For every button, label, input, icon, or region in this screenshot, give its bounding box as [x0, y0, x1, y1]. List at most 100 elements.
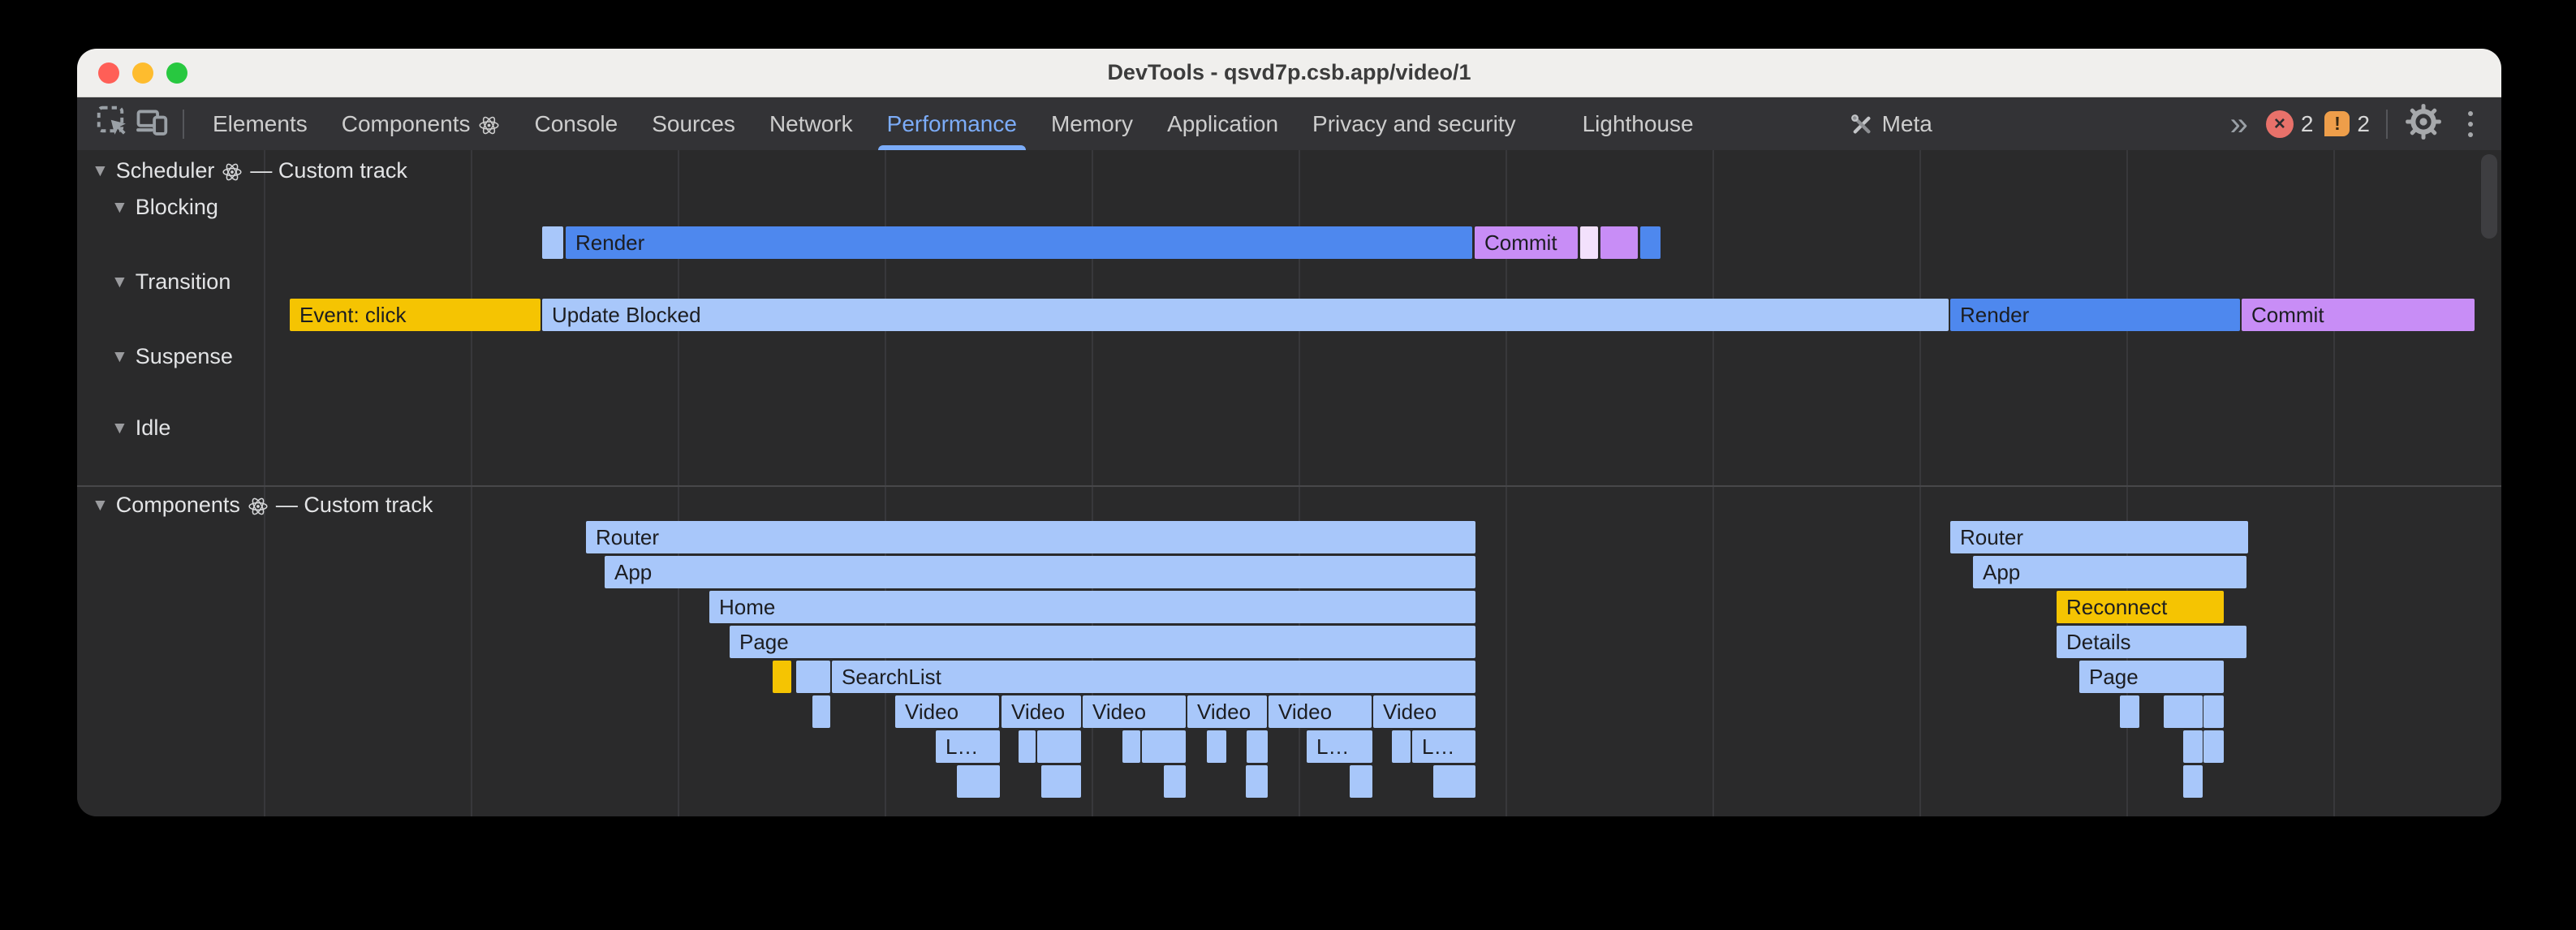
- customize-devtools-button[interactable]: [2454, 103, 2487, 145]
- component-span[interactable]: [1350, 765, 1372, 798]
- component-span[interactable]: [1019, 730, 1036, 763]
- settings-button[interactable]: [2404, 103, 2443, 145]
- component-span-app[interactable]: App: [605, 556, 1475, 588]
- component-span-router[interactable]: Router: [1950, 521, 2248, 553]
- component-span-video[interactable]: Video: [1269, 695, 1372, 728]
- console-errors-badge[interactable]: × 2: [2266, 110, 2314, 138]
- component-span[interactable]: [957, 765, 1000, 798]
- component-span[interactable]: [1433, 765, 1475, 798]
- time-gridline: [1712, 150, 1714, 816]
- traffic-lights: [98, 49, 187, 97]
- component-span-page[interactable]: Page: [730, 626, 1475, 658]
- component-span[interactable]: [1142, 730, 1186, 763]
- component-span-l[interactable]: L…: [1412, 730, 1475, 763]
- component-span-video[interactable]: Video: [1002, 695, 1081, 728]
- scheduler-row-idle[interactable]: ▼Idle: [111, 415, 170, 441]
- component-span[interactable]: [2164, 695, 2203, 728]
- tab-network[interactable]: Network: [752, 97, 870, 150]
- issues-badge[interactable]: ! 2: [2324, 111, 2370, 137]
- component-span-home[interactable]: Home: [709, 591, 1475, 623]
- component-span-l[interactable]: L…: [936, 730, 1000, 763]
- maximize-window-button[interactable]: [166, 62, 187, 84]
- component-span-searchlist[interactable]: SearchList: [832, 661, 1475, 693]
- component-span-page[interactable]: Page: [2079, 661, 2224, 693]
- component-span[interactable]: [2203, 730, 2224, 763]
- tab-performance[interactable]: Performance: [870, 97, 1034, 150]
- scheduler-event-commit[interactable]: Commit: [1475, 226, 1578, 259]
- react-atom-icon: [222, 158, 243, 183]
- component-span[interactable]: [796, 661, 830, 693]
- tab-console[interactable]: Console: [517, 97, 635, 150]
- component-span-video[interactable]: Video: [1373, 695, 1475, 728]
- track-separator: [77, 485, 2501, 487]
- scheduler-event[interactable]: [542, 226, 563, 259]
- component-span[interactable]: [1164, 765, 1186, 798]
- tab-application[interactable]: Application: [1150, 97, 1295, 150]
- vertical-scrollbar-thumb[interactable]: [2481, 154, 2497, 239]
- tab-meta[interactable]: Meta: [1833, 97, 1949, 150]
- scheduler-row-blocking[interactable]: ▼Blocking: [111, 195, 218, 220]
- scheduler-event-event-click[interactable]: Event: click: [290, 299, 541, 331]
- expand-arrow-icon: ▼: [111, 273, 128, 292]
- component-span-l[interactable]: L…: [1307, 730, 1372, 763]
- scheduler-event-update-blocked[interactable]: Update Blocked: [542, 299, 1949, 331]
- toggle-device-toolbar-button[interactable]: [132, 103, 171, 145]
- component-span[interactable]: [1246, 765, 1268, 798]
- tab-memory[interactable]: Memory: [1034, 97, 1150, 150]
- component-span-video[interactable]: Video: [1187, 695, 1267, 728]
- tab-label: Memory: [1051, 111, 1133, 137]
- component-span-router[interactable]: Router: [586, 521, 1475, 553]
- time-gridline: [471, 150, 472, 816]
- scheduler-row-suspense[interactable]: ▼Suspense: [111, 344, 233, 369]
- component-span[interactable]: [1037, 730, 1081, 763]
- tab-privacy-and-security[interactable]: Privacy and security: [1295, 97, 1533, 150]
- component-span[interactable]: [2183, 730, 2203, 763]
- tab-lighthouse[interactable]: Lighthouse: [1566, 97, 1711, 150]
- component-span-video[interactable]: Video: [1083, 695, 1186, 728]
- devtools-toolbar: ElementsComponents ConsoleSourcesNetwork…: [77, 97, 2501, 151]
- component-span-app[interactable]: App: [1973, 556, 2246, 588]
- track-suffix: — Custom track: [276, 493, 433, 518]
- scheduler-event[interactable]: [1600, 226, 1638, 259]
- components-track-header[interactable]: ▼ Components — Custom track: [92, 493, 433, 518]
- tab-label: Application: [1167, 111, 1278, 137]
- scheduler-event[interactable]: [1580, 226, 1598, 259]
- component-span[interactable]: [1207, 730, 1226, 763]
- component-span-reconnect[interactable]: Reconnect: [2057, 591, 2224, 623]
- tab-components[interactable]: Components: [325, 97, 518, 150]
- row-label: Idle: [136, 415, 171, 441]
- time-gridline: [264, 150, 265, 816]
- track-name: Components: [116, 493, 240, 518]
- toolbar-right-cluster: » × 2 ! 2: [2222, 103, 2487, 145]
- inspect-cursor-icon: [96, 105, 130, 143]
- error-icon: ×: [2266, 110, 2294, 138]
- component-span[interactable]: [2203, 695, 2224, 728]
- component-span[interactable]: [812, 695, 830, 728]
- component-span[interactable]: [773, 661, 791, 693]
- kebab-menu-icon: [2454, 111, 2487, 137]
- scheduler-row-transition[interactable]: ▼Transition: [111, 269, 230, 295]
- toolbar-divider: [183, 110, 184, 139]
- component-span[interactable]: [1392, 730, 1411, 763]
- scheduler-event-render[interactable]: Render: [566, 226, 1472, 259]
- scheduler-track-header[interactable]: ▼ Scheduler — Custom track: [92, 158, 407, 183]
- panel-tabs: ElementsComponents ConsoleSourcesNetwork…: [196, 97, 1949, 150]
- close-window-button[interactable]: [98, 62, 119, 84]
- component-span-details[interactable]: Details: [2057, 626, 2246, 658]
- tab-elements[interactable]: Elements: [196, 97, 325, 150]
- scheduler-event-render[interactable]: Render: [1950, 299, 2240, 331]
- component-span-video[interactable]: Video: [895, 695, 999, 728]
- component-span[interactable]: [1247, 730, 1268, 763]
- track-name: Scheduler: [116, 158, 215, 183]
- expand-arrow-icon: ▼: [92, 496, 109, 515]
- component-span[interactable]: [1041, 765, 1081, 798]
- more-tabs-button[interactable]: »: [2222, 108, 2255, 140]
- component-span[interactable]: [2120, 695, 2139, 728]
- component-span[interactable]: [1122, 730, 1140, 763]
- inspect-element-button[interactable]: [93, 103, 132, 145]
- tab-sources[interactable]: Sources: [635, 97, 752, 150]
- minimize-window-button[interactable]: [132, 62, 153, 84]
- component-span[interactable]: [2183, 765, 2203, 798]
- scheduler-event-commit[interactable]: Commit: [2242, 299, 2475, 331]
- scheduler-event[interactable]: [1640, 226, 1661, 259]
